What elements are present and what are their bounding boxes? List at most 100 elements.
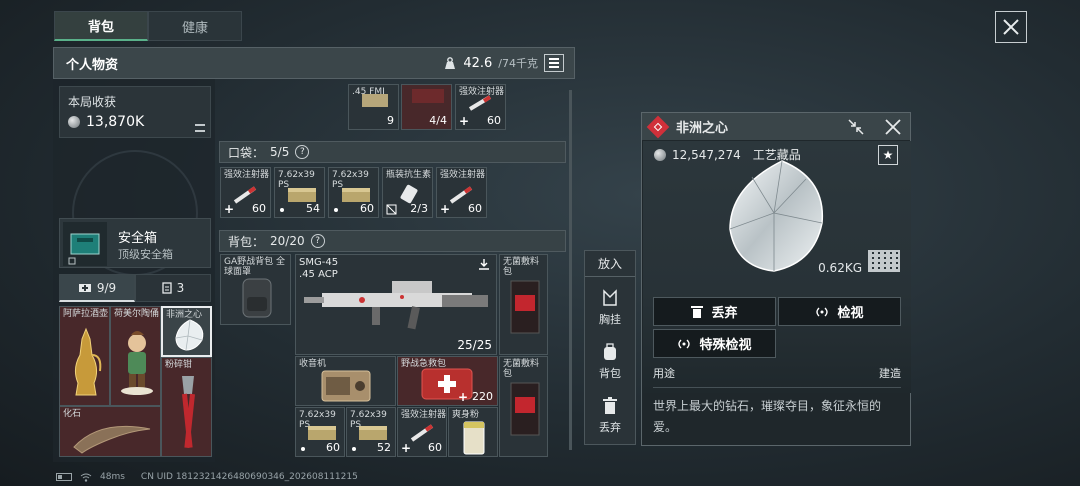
injector-icon [233,186,257,204]
list-icon [195,124,205,132]
weight-max: /74千克 [498,57,538,70]
help-icon[interactable]: ? [310,234,325,248]
chest-rig-button[interactable]: 胸挂 [585,283,635,333]
item-label: 强效注射器 [440,170,486,180]
usage-row: 用途 建造 [653,365,901,388]
sterile-dressing-2[interactable]: 无菌敷料包 [499,356,548,457]
discard-side-button[interactable]: 丢弃 [585,391,635,441]
equipped-backpack[interactable]: GA野战背包 全球面罩 [220,254,291,325]
pliers-icon [182,376,195,449]
safebox-image [63,222,107,266]
ammo-dot-icon [280,208,284,212]
earnings-label: 本局收获 [68,95,117,109]
item-ammo-45fmj[interactable]: .45 FMJ 9 [348,84,399,130]
ammo-box-icon [359,426,387,440]
item-label: 无菌敷料包 [503,257,540,277]
battery-icon [56,473,72,481]
backpack-injector[interactable]: 强效注射器 + 60 [397,407,447,457]
status-bar: 48ms CN UID 1812321426480690346_20260811… [56,472,358,482]
figurine-icon [121,331,153,395]
close-detail-icon[interactable] [884,118,902,136]
inventory-menu-button[interactable] [544,54,564,72]
backpack-header: 背包： 20/20 ? [219,230,566,252]
plus-icon: + [459,114,470,128]
backpack-ammo-2[interactable]: 7.62x39 PS 52 [346,407,396,457]
safebox-icon [68,233,100,265]
put-in-label: 放入 [585,251,635,277]
star-icon: ★ [882,148,894,162]
special-inspect-label: 特殊检视 [699,338,752,353]
item-fossil[interactable]: 化石 [59,406,161,457]
safebox-subtitle: 顶级安全箱 [118,248,173,261]
item-field-medkit[interactable]: 野战急救包 + 220 [397,356,498,406]
tab-backpack[interactable]: 背包 [54,11,148,41]
item-count: 2/3 [410,202,428,215]
item-injector-top[interactable]: 强效注射器 + 60 [455,84,506,130]
dressing-pack-icon [510,382,540,436]
pocket-slot-1[interactable]: 强效注射器 + 60 [220,167,271,218]
inventory-scrollbar[interactable] [569,90,572,450]
backpack-icon [242,278,272,318]
uid-text: CN UID 1812321426480690346_202608111215 [140,472,358,482]
favorite-button[interactable]: ★ [878,145,898,165]
inspect-label: 检视 [837,306,864,321]
detail-weight: 0.62KG [818,261,862,275]
ammo-dot-icon [301,447,305,451]
item-label: 强效注射器 [224,170,270,180]
ammo-box-icon [308,426,336,440]
pocket-slot-3[interactable]: 7.62x39 PS 60 [328,167,379,218]
pocket-slot-5[interactable]: 强效注射器 + 60 [436,167,487,218]
item-radio[interactable]: 收音机 [295,356,396,406]
pocket-slot-2[interactable]: 7.62x39 PS 54 [274,167,325,218]
item-count: 60 [468,202,482,215]
earnings-panel[interactable]: 本局收获 13,870K [59,86,211,138]
discard-button[interactable]: 丢弃 [653,297,776,326]
item-asala-flask[interactable]: 阿萨拉酒壶 [59,306,110,406]
item-count: 220 [472,390,493,403]
pocket-title: 口袋： [228,145,265,160]
item-crusher-pliers[interactable]: 粉碎钳 [161,357,212,457]
pocket-header: 口袋： 5/5 ? [219,141,566,163]
help-icon[interactable]: ? [295,145,310,159]
coin-icon [68,116,80,128]
weight-display: 42.6/74千克 [443,55,538,71]
weight-current: 42.6 [463,55,493,71]
trash-icon [691,306,704,318]
item-heart-of-africa[interactable]: 非洲之心 [161,306,212,357]
backpack-count: 20/20 [270,234,305,248]
item-detail-panel: 非洲之心 12,547,274 工艺藏品 ★ 0.62KG 丢弃 检视 特殊检视… [641,112,911,446]
item-badge-icon [646,115,670,138]
tab-medical[interactable]: 9/9 [59,274,135,302]
item-count: 9 [387,114,394,127]
special-inspect-button[interactable]: 特殊检视 [653,329,776,358]
ammo-box-icon [362,94,388,107]
safebox-slot[interactable]: 安全箱 顶级安全箱 [59,218,211,268]
backpack-ammo-1[interactable]: 7.62x39 PS 60 [295,407,345,457]
pocket-slot-4[interactable]: 瓶装抗生素 2/3 [382,167,433,218]
item-hummel-figurine[interactable]: 荷美尔陶俑 [110,306,161,406]
backpack-button-label: 背包 [599,367,621,380]
earnings-value: 13,870K [86,114,145,130]
side-actions-panel: 放入 胸挂 背包 丢弃 [584,250,636,445]
case-icon [412,89,444,103]
dressing-pack-icon [510,280,540,334]
item-label: 无菌敷料包 [503,359,540,379]
item-label: 荷美尔陶俑 [114,309,160,319]
ammo-dot-icon [352,447,356,451]
weapon-smg45[interactable]: SMG-45 .45 ACP 25/25 [295,254,497,355]
backpack-small-icon [604,343,616,360]
inspect-button[interactable]: 检视 [778,297,901,326]
no-entry-icon [386,204,397,215]
tab-tasks[interactable]: 3 [135,274,211,302]
sterile-dressing-1[interactable]: 无菌敷料包 [499,254,548,355]
detail-title: 非洲之心 [676,121,729,136]
backpack-title: 背包： [228,234,265,249]
smg-icon [304,281,488,330]
item-powder[interactable]: 爽身粉 [448,407,498,457]
collapse-icon[interactable] [848,119,864,135]
close-button[interactable] [995,11,1027,43]
tab-health[interactable]: 健康 [148,11,242,41]
item-case[interactable]: 4/4 [401,84,452,130]
backpack-button[interactable]: 背包 [585,337,635,387]
ping-value: 48ms [100,472,125,482]
